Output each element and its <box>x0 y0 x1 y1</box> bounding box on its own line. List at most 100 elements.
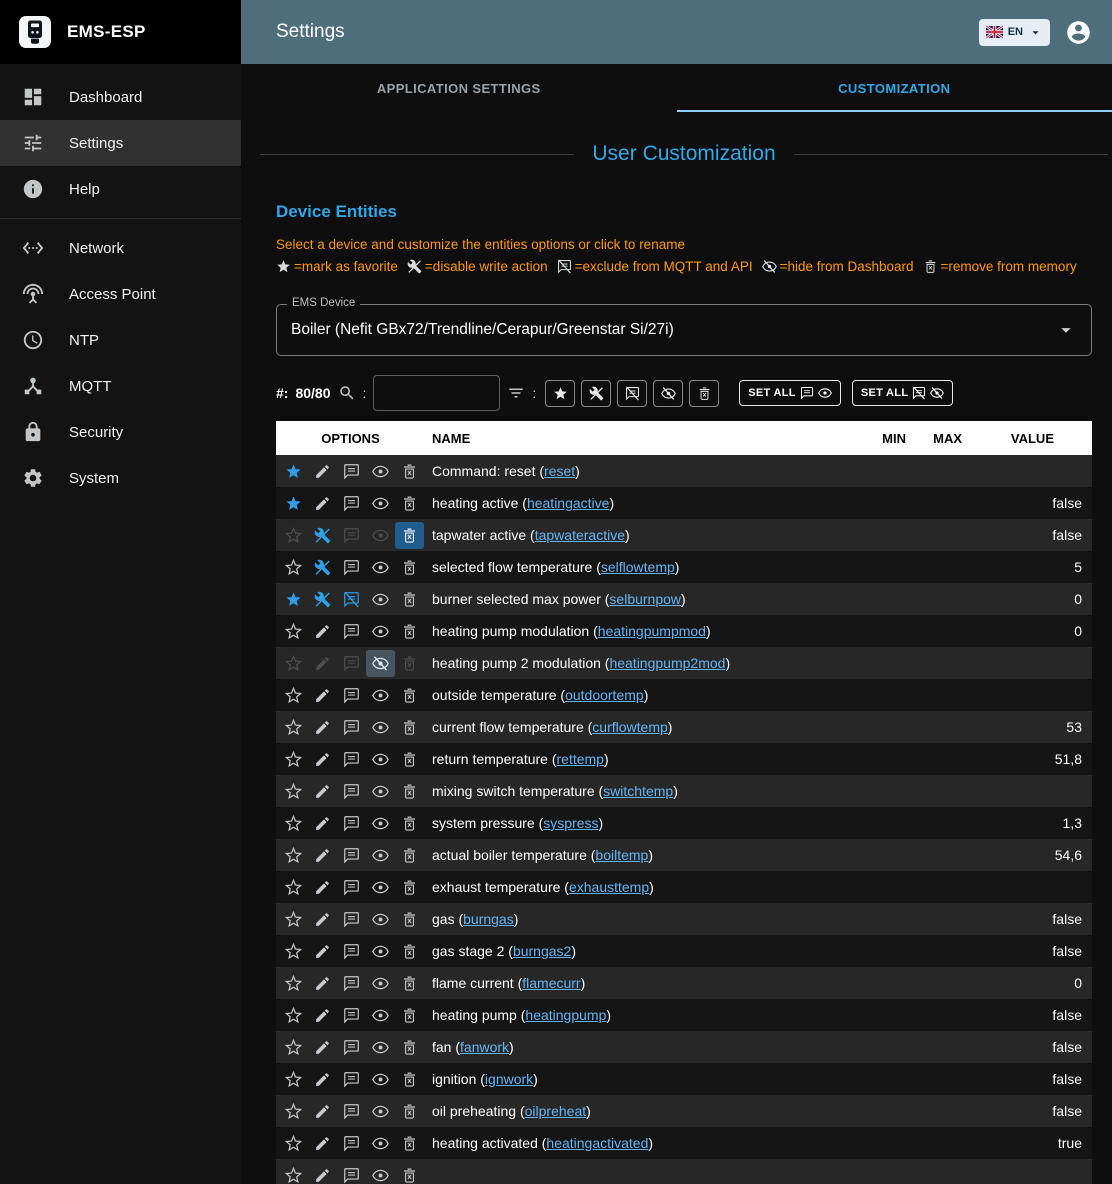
entity-name[interactable]: fan (fanwork) <box>425 1039 856 1055</box>
delete-icon[interactable] <box>395 906 424 933</box>
hide-icon[interactable] <box>366 554 395 581</box>
hide-icon[interactable] <box>366 810 395 837</box>
sidebar-item-network[interactable]: Network <box>0 225 241 271</box>
delete-icon[interactable] <box>395 810 424 837</box>
mqtt-exclude-icon[interactable] <box>337 906 366 933</box>
delete-icon[interactable] <box>395 490 424 517</box>
sidebar-item-security[interactable]: Security <box>0 409 241 455</box>
table-row[interactable]: heating activated (heatingactivated)true <box>276 1127 1092 1159</box>
favorite-icon[interactable] <box>279 1066 308 1093</box>
table-row[interactable]: gas stage 2 (burngas2)false <box>276 935 1092 967</box>
account-button[interactable] <box>1065 19 1092 46</box>
table-row[interactable]: outside temperature (outdoortemp) <box>276 679 1092 711</box>
entity-shortname-link[interactable]: heatingpump <box>525 1007 606 1023</box>
delete-icon[interactable] <box>395 1098 424 1125</box>
entity-name[interactable]: mixing switch temperature (switchtemp) <box>425 783 856 799</box>
entity-shortname-link[interactable]: burngas <box>463 911 514 927</box>
mqtt-exclude-icon[interactable] <box>337 1034 366 1061</box>
entity-shortname-link[interactable]: flamecurr <box>522 975 580 991</box>
entity-shortname-link[interactable]: outdoortemp <box>565 687 644 703</box>
table-row[interactable]: Command: reset (reset) <box>276 455 1092 487</box>
hide-icon[interactable] <box>366 746 395 773</box>
rename-icon[interactable] <box>308 650 337 677</box>
entity-name[interactable]: gas stage 2 (burngas2) <box>425 943 856 959</box>
entity-shortname-link[interactable]: heatingactivated <box>546 1135 648 1151</box>
entity-shortname-link[interactable]: switchtemp <box>603 783 673 799</box>
hide-icon[interactable] <box>366 1162 395 1184</box>
entity-name[interactable]: heating activated (heatingactivated) <box>425 1135 856 1151</box>
entity-shortname-link[interactable]: exhausttemp <box>569 879 649 895</box>
delete-icon[interactable] <box>395 1002 424 1029</box>
rename-icon[interactable] <box>308 1130 337 1157</box>
hide-icon[interactable] <box>366 490 395 517</box>
table-row[interactable]: burner selected max power (selburnpow)0 <box>276 583 1092 615</box>
mqtt-exclude-icon[interactable] <box>337 1098 366 1125</box>
favorite-icon[interactable] <box>279 842 308 869</box>
entity-name[interactable]: selected flow temperature (selflowtemp) <box>425 559 856 575</box>
favorite-icon[interactable] <box>279 906 308 933</box>
hide-icon[interactable] <box>366 842 395 869</box>
rename-icon[interactable] <box>308 906 337 933</box>
table-row[interactable]: system pressure (syspress)1,3 <box>276 807 1092 839</box>
table-row[interactable]: current flow temperature (curflowtemp)53 <box>276 711 1092 743</box>
mqtt-exclude-icon[interactable] <box>337 682 366 709</box>
delete-icon[interactable] <box>395 970 424 997</box>
tab-customization[interactable]: CUSTOMIZATION <box>677 64 1112 112</box>
rename-icon[interactable] <box>308 746 337 773</box>
delete-icon[interactable] <box>395 650 424 677</box>
hide-icon[interactable] <box>366 1034 395 1061</box>
entity-shortname-link[interactable]: rettemp <box>557 751 604 767</box>
entity-name[interactable]: burner selected max power (selburnpow) <box>425 591 856 607</box>
rename-icon[interactable] <box>308 938 337 965</box>
entity-search-input[interactable] <box>373 375 500 411</box>
delete-icon[interactable] <box>395 618 424 645</box>
delete-icon[interactable] <box>395 938 424 965</box>
favorite-icon[interactable] <box>279 1130 308 1157</box>
table-row[interactable]: selected flow temperature (selflowtemp)5 <box>276 551 1092 583</box>
rename-icon[interactable] <box>308 874 337 901</box>
mqtt-exclude-icon[interactable] <box>337 842 366 869</box>
table-row[interactable]: mixing switch temperature (switchtemp) <box>276 775 1092 807</box>
favorite-icon[interactable] <box>279 778 308 805</box>
hide-icon[interactable] <box>366 906 395 933</box>
hide-icon[interactable] <box>366 650 395 677</box>
mqtt-exclude-icon[interactable] <box>337 618 366 645</box>
mqtt-exclude-icon[interactable] <box>337 1130 366 1157</box>
sidebar-item-settings[interactable]: Settings <box>0 120 241 166</box>
rename-icon[interactable] <box>308 618 337 645</box>
delete-icon[interactable] <box>395 746 424 773</box>
entity-shortname-link[interactable]: oilpreheat <box>525 1103 587 1119</box>
mqtt-exclude-icon[interactable] <box>337 714 366 741</box>
table-row[interactable]: gas (burngas)false <box>276 903 1092 935</box>
delete-icon[interactable] <box>395 554 424 581</box>
entity-name[interactable]: current flow temperature (curflowtemp) <box>425 719 856 735</box>
set-all-button-1[interactable]: SET ALL <box>739 380 841 406</box>
sidebar-item-mqtt[interactable]: MQTT <box>0 363 241 409</box>
rename-icon[interactable] <box>308 842 337 869</box>
delete-icon[interactable] <box>395 458 424 485</box>
mqtt-exclude-icon[interactable] <box>337 1002 366 1029</box>
favorite-icon[interactable] <box>279 586 308 613</box>
table-row[interactable]: heating active (heatingactive)false <box>276 487 1092 519</box>
entity-name[interactable]: system pressure (syspress) <box>425 815 856 831</box>
favorite-icon[interactable] <box>279 746 308 773</box>
delete-icon[interactable] <box>395 874 424 901</box>
delete-icon[interactable] <box>395 842 424 869</box>
favorite-filter-button[interactable] <box>545 380 575 407</box>
table-row[interactable]: ignition (ignwork)false <box>276 1063 1092 1095</box>
entity-shortname-link[interactable]: tapwateractive <box>535 527 625 543</box>
favorite-icon[interactable] <box>279 810 308 837</box>
mqtt-exclude-icon[interactable] <box>337 522 366 549</box>
entity-shortname-link[interactable]: syspress <box>543 815 598 831</box>
sidebar-item-ntp[interactable]: NTP <box>0 317 241 363</box>
hide-icon[interactable] <box>366 1002 395 1029</box>
table-row[interactable]: actual boiler temperature (boiltemp)54,6 <box>276 839 1092 871</box>
hide-icon[interactable] <box>366 938 395 965</box>
mqtt-exclude-icon[interactable] <box>337 650 366 677</box>
entity-name[interactable]: gas (burngas) <box>425 911 856 927</box>
tab-application-settings[interactable]: APPLICATION SETTINGS <box>241 64 677 112</box>
mqtt-exclude-icon[interactable] <box>337 1066 366 1093</box>
language-selector[interactable]: EN <box>979 19 1050 46</box>
delete-icon[interactable] <box>395 586 424 613</box>
table-row[interactable]: heating pump (heatingpump)false <box>276 999 1092 1031</box>
